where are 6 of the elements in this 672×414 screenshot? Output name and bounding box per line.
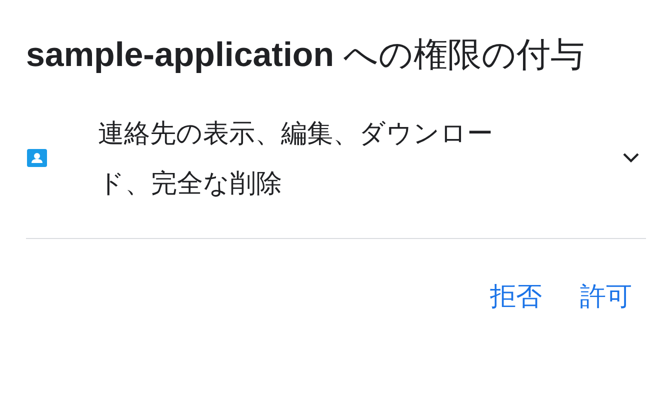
contact-icon [26,147,48,169]
dialog-button[interactable]: 許可 [576,275,636,318]
dialog-title: sample-application への権限の付与 [26,35,586,76]
permission-text: 連絡先の表示、編集、ダウンロード、完全な削除 [98,117,494,200]
dialog-button[interactable]: 拒否 [486,275,546,318]
chevron-down-icon[interactable] [622,152,640,164]
